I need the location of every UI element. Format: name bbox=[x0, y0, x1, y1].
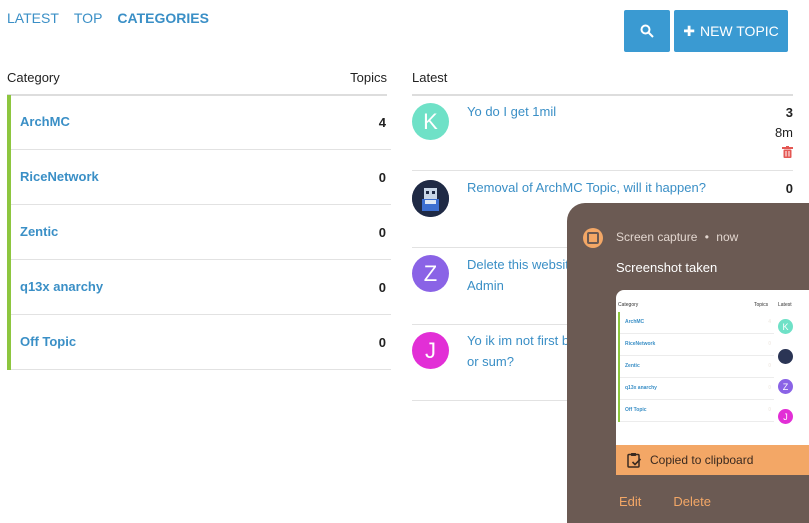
latest-header: Latest bbox=[412, 70, 793, 96]
thumb-topics-header: Topics bbox=[754, 302, 769, 308]
thumb-category-count: 0 bbox=[768, 341, 771, 347]
notification-app-line: Screen capture • now bbox=[616, 230, 738, 244]
thumb-avatar bbox=[778, 349, 793, 364]
thumb-category-header: Category bbox=[618, 302, 639, 308]
nav-top[interactable]: TOP bbox=[74, 10, 103, 26]
search-icon bbox=[640, 24, 654, 38]
edit-button[interactable]: Edit bbox=[619, 494, 641, 509]
thumb-category-count: 0 bbox=[768, 385, 771, 391]
category-topic-count: 0 bbox=[378, 225, 386, 240]
trash-icon[interactable] bbox=[782, 146, 793, 158]
topic-reply-count: 0 bbox=[785, 181, 793, 196]
category-topic-count: 0 bbox=[378, 335, 386, 350]
notification-app-name: Screen capture bbox=[616, 230, 698, 244]
thumb-category-name: RiceNetwork bbox=[625, 341, 656, 347]
delete-button[interactable]: Delete bbox=[673, 494, 711, 509]
category-link[interactable]: q13x anarchy bbox=[20, 279, 103, 294]
screenshot-notification[interactable]: Screen capture • now Screenshot taken Ca… bbox=[567, 203, 809, 523]
thumb-category-count: 0 bbox=[768, 363, 771, 369]
topic-link[interactable]: Yo do I get 1mil bbox=[467, 101, 717, 122]
topics-column-header: Topics bbox=[350, 70, 387, 85]
thumb-latest-header: Latest bbox=[778, 302, 792, 308]
avatar[interactable] bbox=[412, 180, 449, 217]
notification-actions: Edit Delete bbox=[619, 494, 711, 509]
latest-topic-row: K Yo do I get 1mil 3 8m bbox=[412, 95, 793, 171]
notification-time: now bbox=[716, 230, 739, 244]
category-row: ArchMC 4 bbox=[11, 95, 391, 150]
category-row: Zentic 0 bbox=[11, 205, 391, 260]
copied-label: Copied to clipboard bbox=[650, 453, 754, 467]
category-topic-count: 0 bbox=[378, 170, 386, 185]
thumb-category-list: ArchMC 4 RiceNetwork 0 Zentic 0 q13x anarch… bbox=[618, 312, 774, 422]
category-row: q13x anarchy 0 bbox=[11, 260, 391, 315]
category-topic-count: 4 bbox=[378, 115, 386, 130]
thumb-category-count: 0 bbox=[768, 407, 771, 413]
avatar[interactable]: J bbox=[412, 332, 449, 369]
top-nav: LATEST TOP CATEGORIES bbox=[7, 10, 209, 26]
category-list: ArchMC 4 RiceNetwork 0 Zentic 0 q13x ana… bbox=[7, 95, 391, 370]
clipboard-check-icon bbox=[627, 453, 642, 468]
thumb-row: ArchMC 4 bbox=[620, 312, 774, 334]
new-topic-label: NEW TOPIC bbox=[699, 23, 779, 39]
screenshot-thumbnail[interactable]: Category Topics Latest ArchMC 4 RiceNetwo… bbox=[616, 290, 809, 445]
thumb-row: q13x anarchy 0 bbox=[620, 378, 774, 400]
screen-capture-icon bbox=[583, 228, 603, 248]
thumb-category-name: Zentic bbox=[625, 363, 640, 369]
notification-title: Screenshot taken bbox=[616, 260, 718, 275]
nav-latest[interactable]: LATEST bbox=[7, 10, 59, 26]
category-topic-count: 0 bbox=[378, 280, 386, 295]
category-row: Off Topic 0 bbox=[11, 315, 391, 370]
category-column-header: Category bbox=[7, 70, 60, 85]
topic-age: 8m bbox=[774, 125, 793, 140]
new-topic-button[interactable]: ✚ NEW TOPIC bbox=[674, 10, 788, 52]
thumb-category-count: 4 bbox=[768, 319, 771, 325]
latest-column-header: Latest bbox=[412, 70, 448, 85]
thumb-row: Off Topic 0 bbox=[620, 400, 774, 422]
category-link[interactable]: RiceNetwork bbox=[20, 169, 99, 184]
avatar[interactable]: K bbox=[412, 103, 449, 140]
notification-separator: • bbox=[704, 230, 709, 244]
search-button[interactable] bbox=[624, 10, 670, 52]
avatar-image-icon bbox=[412, 180, 449, 217]
topic-link[interactable]: Removal of ArchMC Topic, will it happen? bbox=[467, 177, 747, 198]
topic-reply-count: 3 bbox=[785, 105, 793, 120]
thumb-category-name: Off Topic bbox=[625, 407, 647, 413]
category-row: RiceNetwork 0 bbox=[11, 150, 391, 205]
thumb-category-name: ArchMC bbox=[625, 319, 645, 325]
copied-to-clipboard-bar: Copied to clipboard bbox=[616, 445, 809, 475]
category-link[interactable]: Zentic bbox=[20, 224, 58, 239]
thumb-row: RiceNetwork 0 bbox=[620, 334, 774, 356]
thumb-row: Zentic 0 bbox=[620, 356, 774, 378]
categories-header: Category Topics bbox=[7, 70, 387, 96]
category-link[interactable]: ArchMC bbox=[20, 114, 70, 129]
thumb-avatar: Z bbox=[778, 379, 793, 394]
thumb-avatar: K bbox=[778, 319, 793, 334]
avatar[interactable]: Z bbox=[412, 255, 449, 292]
thumb-category-name: q13x anarchy bbox=[625, 385, 657, 391]
nav-categories[interactable]: CATEGORIES bbox=[117, 10, 209, 26]
plus-icon: ✚ bbox=[683, 22, 695, 39]
thumb-avatar: J bbox=[778, 409, 793, 424]
category-link[interactable]: Off Topic bbox=[20, 334, 76, 349]
